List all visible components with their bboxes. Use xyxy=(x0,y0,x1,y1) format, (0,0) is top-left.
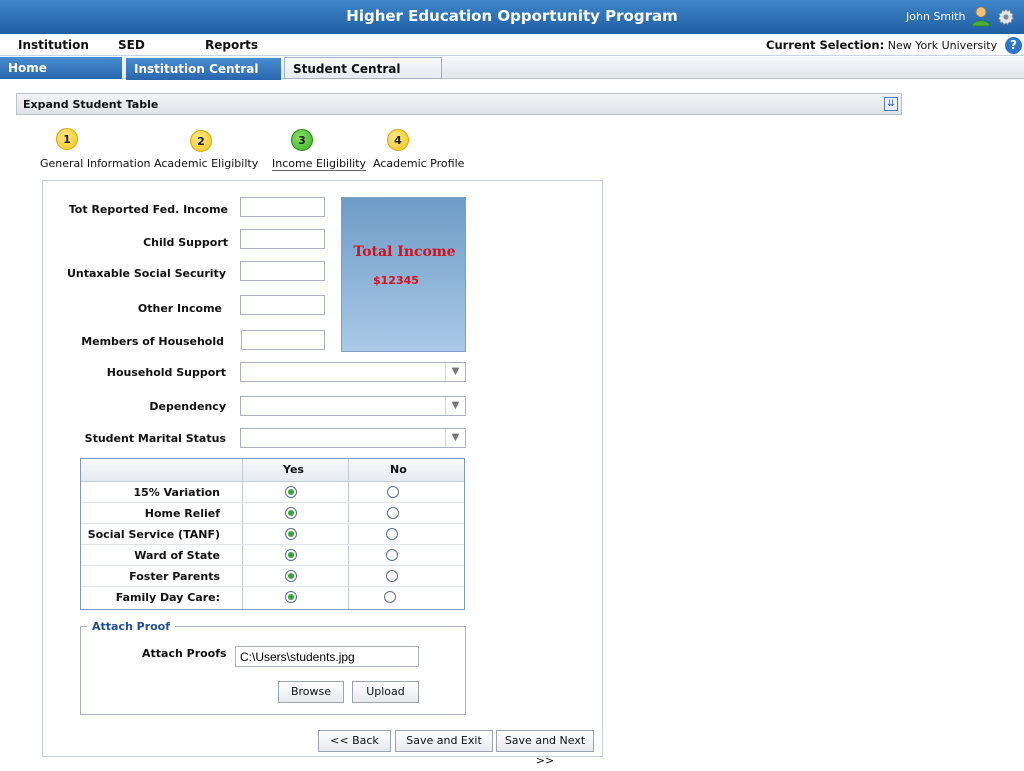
no-radio[interactable] xyxy=(387,486,399,498)
column-header-yes: Yes xyxy=(283,463,304,476)
tot-reported-income-input[interactable] xyxy=(240,197,325,217)
column-header-no: No xyxy=(390,463,407,476)
row-label: Foster Parents xyxy=(129,570,220,583)
yes-radio[interactable] xyxy=(285,591,297,603)
step-3-icon[interactable]: 3 xyxy=(291,129,313,151)
no-radio[interactable] xyxy=(386,549,398,561)
step-2-label[interactable]: Academic Eligibilty xyxy=(154,157,258,170)
menu-sed[interactable]: SED xyxy=(118,38,145,52)
field-label-child-support: Child Support xyxy=(143,236,228,249)
row-label: Family Day Care: xyxy=(115,591,220,604)
menu-reports[interactable]: Reports xyxy=(205,38,258,52)
attach-proof-legend: Attach Proof xyxy=(87,620,176,633)
step-2-icon[interactable]: 2 xyxy=(190,130,212,152)
table-row: Ward of State xyxy=(81,545,464,566)
step-4-label[interactable]: Academic Profile xyxy=(373,157,464,170)
app-title: Higher Education Opportunity Program xyxy=(346,7,678,25)
yes-no-table-header: Yes No xyxy=(81,459,464,482)
dropdown-arrow-icon[interactable]: ▼ xyxy=(445,429,465,447)
no-radio[interactable] xyxy=(386,528,398,540)
yes-no-table: Yes No 15% Variation Home Relief Social … xyxy=(80,458,465,610)
step-4-icon[interactable]: 4 xyxy=(387,129,409,151)
yes-radio[interactable] xyxy=(285,570,297,582)
tab-student-central[interactable]: Student Central xyxy=(284,57,442,79)
step-1-label[interactable]: General Information xyxy=(40,157,151,170)
upload-button[interactable]: Upload xyxy=(352,681,419,703)
help-icon[interactable]: ? xyxy=(1005,37,1022,54)
expand-student-table-label: Expand Student Table xyxy=(23,98,159,111)
menu-bar: Institution SED Reports Current Selectio… xyxy=(0,34,1024,56)
field-label-other-income: Other Income xyxy=(137,302,222,315)
total-income-title: Total Income xyxy=(353,244,456,260)
app-header: Higher Education Opportunity Program Joh… xyxy=(0,0,1024,34)
row-label: Home Relief xyxy=(144,507,220,520)
step-1-icon[interactable]: 1 xyxy=(56,128,78,150)
user-icon[interactable] xyxy=(970,5,992,27)
total-income-value: $12345 xyxy=(373,274,419,287)
step-3-label[interactable]: Income Eligibility xyxy=(272,157,367,171)
table-row: Social Service (TANF) xyxy=(81,524,464,545)
attach-proof-file-input[interactable] xyxy=(235,646,419,667)
gear-icon[interactable] xyxy=(997,8,1015,26)
current-selection[interactable]: Current Selection: New York University ▽ xyxy=(766,38,1014,52)
current-selection-label: Current Selection: xyxy=(766,38,885,52)
field-label-dependency: Dependency xyxy=(149,400,226,413)
table-row: Family Day Care: xyxy=(81,587,464,608)
tab-institution-central[interactable]: Institution Central xyxy=(126,58,281,80)
other-income-input[interactable] xyxy=(240,295,325,315)
expand-student-table-bar[interactable]: Expand Student Table ⇊ xyxy=(16,93,902,115)
untaxable-social-security-input[interactable] xyxy=(240,261,325,281)
yes-radio[interactable] xyxy=(285,549,297,561)
dropdown-arrow-icon[interactable]: ▼ xyxy=(445,363,465,381)
save-and-next-button[interactable]: Save and Next >> xyxy=(496,730,594,767)
total-income-box: Total Income $12345 xyxy=(341,197,466,352)
chevron-double-down-icon[interactable]: ⇊ xyxy=(884,97,898,111)
tab-bar: Home Institution Central Student Central xyxy=(0,57,1024,80)
yes-radio[interactable] xyxy=(285,528,297,540)
menu-institution[interactable]: Institution xyxy=(18,38,89,52)
household-support-select[interactable]: ▼ xyxy=(240,362,466,382)
row-label: Ward of State xyxy=(134,549,220,562)
yes-radio[interactable] xyxy=(285,507,297,519)
no-radio[interactable] xyxy=(387,507,399,519)
no-radio[interactable] xyxy=(384,591,396,603)
user-name[interactable]: John Smith xyxy=(906,10,965,23)
table-row: Home Relief xyxy=(81,503,464,524)
row-label: 15% Variation xyxy=(133,486,220,499)
child-support-input[interactable] xyxy=(240,229,325,249)
table-row: 15% Variation xyxy=(81,482,464,503)
yes-radio[interactable] xyxy=(285,486,297,498)
field-label-members-household: Members of Household xyxy=(81,335,224,348)
table-row: Foster Parents xyxy=(81,566,464,587)
field-label-household-support: Household Support xyxy=(106,366,226,379)
field-label-marital-status: Student Marital Status xyxy=(84,432,226,445)
current-selection-value: New York University xyxy=(887,39,998,52)
browse-button[interactable]: Browse xyxy=(278,681,344,703)
student-marital-status-select[interactable]: ▼ xyxy=(240,428,466,448)
dependency-select[interactable]: ▼ xyxy=(240,396,466,416)
dropdown-arrow-icon[interactable]: ▼ xyxy=(445,397,465,415)
back-button[interactable]: << Back xyxy=(318,730,391,752)
field-label-tot-reported-income: Tot Reported Fed. Income xyxy=(68,203,228,216)
tab-home[interactable]: Home xyxy=(0,57,122,79)
members-of-household-input[interactable] xyxy=(241,330,325,350)
no-radio[interactable] xyxy=(386,570,398,582)
attach-proofs-label: Attach Proofs xyxy=(142,647,227,660)
row-label: Social Service (TANF) xyxy=(87,528,220,541)
save-and-exit-button[interactable]: Save and Exit xyxy=(395,730,493,752)
field-label-untaxable-ss: Untaxable Social Security xyxy=(66,267,226,280)
